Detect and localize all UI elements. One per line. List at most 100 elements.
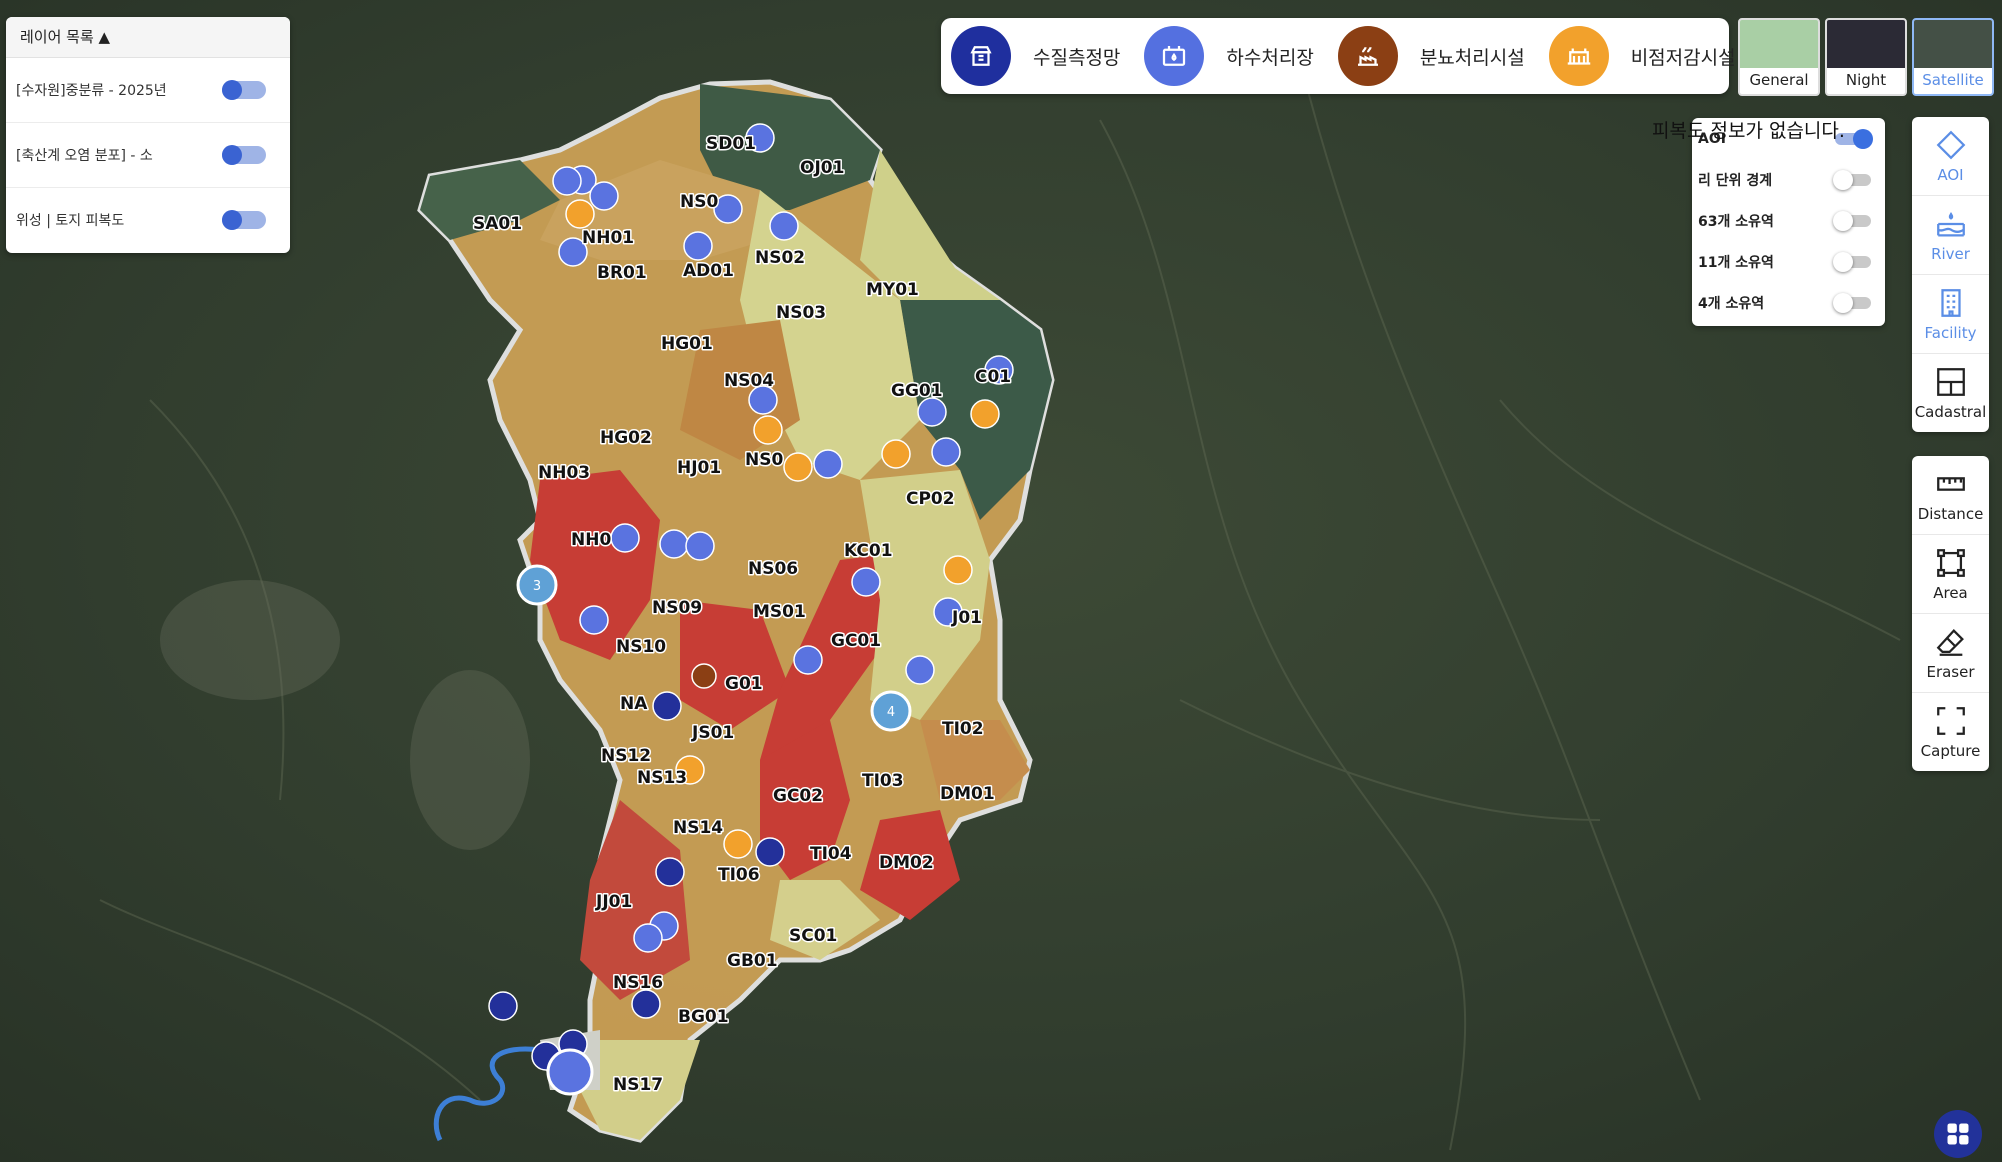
region-label: NS14 [673, 818, 723, 838]
region-label: NH03 [538, 463, 590, 483]
region-label: SD01 [706, 134, 756, 154]
layer-toggle[interactable] [222, 80, 266, 100]
basemap-general[interactable]: General [1738, 18, 1820, 96]
region-label: NS06 [748, 559, 798, 579]
basemap-label: Night [1845, 71, 1887, 89]
region-label: BG01 [678, 1007, 729, 1027]
region-label: CP02 [906, 489, 955, 509]
layer-item: [축산계 오염 분포] - 소 [6, 123, 290, 188]
region-label: SC01 [789, 926, 837, 946]
basemap-label: General [1749, 71, 1809, 89]
river-icon [1936, 212, 1965, 237]
region-label: HJ01 [677, 458, 721, 478]
region-label: KC01 [844, 541, 893, 561]
boundary-item-label: 리 단위 경계 [1698, 172, 1773, 189]
tool-label: Distance [1917, 505, 1984, 523]
boundary-item-label: 11개 소유역 [1698, 254, 1774, 271]
boundary-item: 11개 소유역 [1692, 241, 1885, 282]
distance-button[interactable]: Distance [1912, 456, 1989, 535]
aoi-button[interactable]: AOI [1912, 117, 1989, 196]
region-label: TI04 [810, 844, 852, 864]
boundary-toggle[interactable] [1833, 251, 1871, 272]
region-label: OJ01 [800, 158, 844, 178]
legend-label: 분뇨처리시설 [1419, 46, 1525, 69]
region-label: JS01 [691, 723, 734, 743]
cluster-count[interactable]: 4 [887, 705, 895, 720]
region-label: MS01 [753, 602, 806, 622]
tool-label: AOI [1937, 166, 1964, 184]
region-label: HG01 [661, 334, 713, 354]
cluster-count[interactable]: 3 [533, 579, 541, 594]
region-label: NS04 [724, 371, 774, 391]
region-label: NS12 [601, 746, 651, 766]
layer-item: [수자원]중분류 - 2025년 [6, 58, 290, 123]
legend-item-station[interactable]: 수질측정망 [951, 26, 1134, 86]
eraser-icon [1936, 629, 1964, 656]
layer-item-label: [수자원]중분류 - 2025년 [16, 83, 167, 99]
sewage-icon [1144, 26, 1205, 86]
region-label: TI02 [942, 719, 984, 739]
legend-item-sewage[interactable]: 하수처리장 [1144, 26, 1327, 86]
legend-item-nonpoint[interactable]: 비점저감시설 [1548, 26, 1750, 86]
region-label: HG02 [600, 428, 652, 448]
legend-label: 수질측정망 [1033, 46, 1121, 69]
region-label: NS0 [745, 450, 783, 470]
area-icon [1936, 549, 1965, 577]
river-button[interactable]: River [1912, 196, 1989, 275]
facility-legend: 수질측정망 하수처리장 분뇨처리시설 비점저감시설 [941, 18, 1736, 94]
layer-toggle[interactable] [222, 145, 266, 165]
tool-label: Capture [1920, 742, 1981, 760]
basemap-thumbnail [1827, 20, 1905, 68]
layer-list-panel: 레이어 목록 ▲ [수자원]중분류 - 2025년 [축산계 오염 분포] - … [6, 17, 290, 253]
basemap-thumbnail [1914, 20, 1992, 68]
region-label: NS09 [652, 598, 702, 618]
cadastral-button[interactable]: Cadastral [1912, 354, 1989, 432]
grid-icon [1947, 1123, 1969, 1145]
tool-label: River [1931, 245, 1970, 263]
basemap-night[interactable]: Night [1825, 18, 1907, 96]
region-label: NA [620, 694, 648, 714]
boundary-item-label: 63개 소유역 [1698, 213, 1774, 230]
region-label: JJ01 [595, 892, 632, 912]
region-label: GG01 [891, 381, 943, 401]
region-label: DM01 [940, 784, 995, 804]
region-label: NS0 [680, 192, 718, 212]
region-label: J01 [951, 608, 982, 628]
boundary-toggle[interactable] [1833, 210, 1871, 231]
boundary-item: 4개 소유역 [1692, 282, 1885, 323]
eraser-button[interactable]: Eraser [1912, 614, 1989, 693]
station-icon [951, 26, 1011, 86]
layer-item: 위성 | 토지 피복도 [6, 188, 290, 252]
capture-button[interactable]: Capture [1912, 693, 1989, 771]
boundary-toggle[interactable] [1833, 292, 1871, 313]
boundary-item: 리 단위 경계 [1692, 159, 1885, 200]
boundary-toggle[interactable] [1833, 169, 1871, 190]
layer-toggle[interactable] [222, 210, 266, 230]
apps-menu-button[interactable] [1934, 1110, 1982, 1158]
basemap-label: Satellite [1922, 71, 1984, 89]
facility-button[interactable]: Facility [1912, 275, 1989, 354]
region-label: BR01 [597, 263, 647, 283]
landcover-info-text: 피복도 정보가 없습니다. [1652, 120, 1845, 142]
basemap-thumbnail [1740, 20, 1818, 68]
region-label: C01 [975, 367, 1011, 387]
region-label: DM02 [879, 853, 934, 873]
region-label: NS16 [613, 973, 663, 993]
region-label: SA01 [473, 214, 522, 234]
manure-icon [1337, 26, 1398, 86]
layer-list-header[interactable]: 레이어 목록 ▲ [6, 17, 290, 58]
facility-icon [1940, 289, 1961, 317]
region-label: G01 [725, 674, 763, 694]
layer-item-label: [축산계 오염 분포] - 소 [16, 148, 153, 164]
region-label: NH01 [582, 228, 634, 248]
capture-icon [1936, 707, 1965, 735]
area-button[interactable]: Area [1912, 535, 1989, 614]
ruler-icon [1936, 477, 1965, 491]
basemap-satellite[interactable]: Satellite [1912, 18, 1994, 96]
boundary-layer-panel: AOI 리 단위 경계 63개 소유역 11개 소유역 4개 소유역 [1692, 118, 1885, 326]
tool-label: Eraser [1926, 663, 1975, 681]
boundary-item: 63개 소유역 [1692, 200, 1885, 241]
legend-item-manure[interactable]: 분뇨처리시설 [1337, 26, 1539, 86]
region-label: AD01 [683, 261, 734, 281]
region-label: GC01 [831, 631, 881, 651]
